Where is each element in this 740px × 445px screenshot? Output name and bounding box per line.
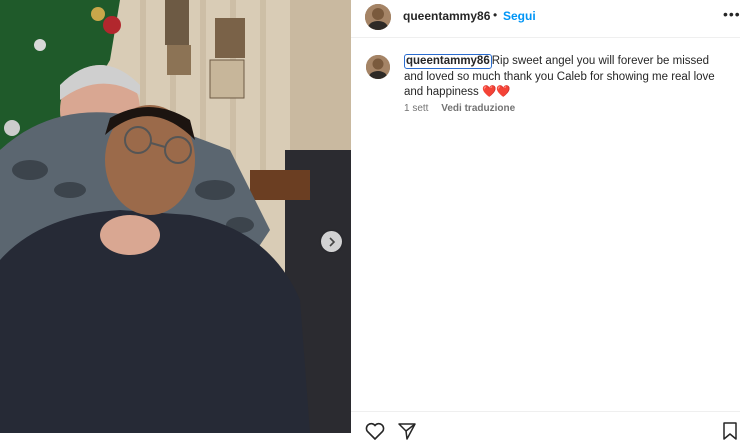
header-separator: • (493, 8, 498, 22)
paper-plane-icon (398, 423, 416, 440)
heart-icon (365, 422, 385, 441)
action-bar (351, 411, 740, 441)
header-username[interactable]: queentammy86 (403, 9, 490, 23)
share-button[interactable] (398, 422, 416, 445)
post-sidebar: queentammy86 • Segui ••• queentammy86 Rip… (351, 0, 740, 441)
see-translation-button[interactable]: Vedi traduzione (441, 103, 515, 114)
caption-emoji: ❤️❤️ (482, 86, 511, 98)
chevron-right-icon (328, 236, 335, 247)
caption-username[interactable]: queentammy86 (404, 54, 492, 69)
save-button[interactable] (723, 422, 737, 445)
avatar-image (366, 55, 390, 79)
caption-meta: 1 sett Vedi traduzione (404, 103, 525, 114)
comment-avatar[interactable] (366, 55, 390, 79)
caption: queentammy86 Rip sweet angel you will for… (404, 54, 724, 101)
caption-timestamp[interactable]: 1 sett (404, 103, 428, 114)
avatar-image (365, 4, 391, 30)
avatar[interactable] (365, 4, 391, 30)
post-image (0, 0, 351, 433)
follow-button[interactable]: Segui (503, 9, 536, 23)
like-button[interactable] (365, 422, 385, 445)
post-header: queentammy86 • Segui ••• (351, 0, 740, 38)
post-photo (0, 0, 351, 433)
more-options-button[interactable]: ••• (723, 7, 740, 21)
bookmark-icon (723, 422, 737, 440)
more-horizontal-icon: ••• (723, 6, 740, 22)
next-photo-button[interactable] (321, 231, 342, 252)
